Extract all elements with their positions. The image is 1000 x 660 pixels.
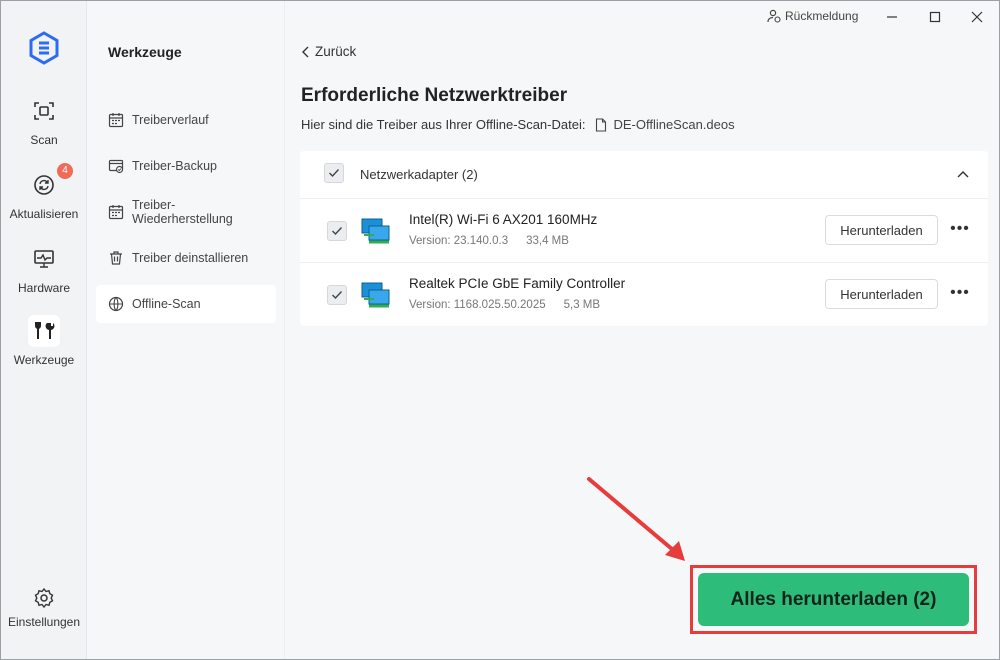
tools-panel: Werkzeuge Treiberverlauf Treiber-Backup … xyxy=(88,1,285,659)
menu-item-driver-uninstall[interactable]: Treiber deinstallieren xyxy=(96,239,276,277)
maximize-button[interactable] xyxy=(923,5,947,29)
group-select-checkbox[interactable] xyxy=(324,163,344,183)
annotation-arrow xyxy=(587,477,685,561)
update-count-badge: 4 xyxy=(57,163,73,179)
minimize-icon xyxy=(887,16,897,18)
driver-row: Intel(R) Wi-Fi 6 AX201 160MHz Version: 2… xyxy=(300,199,988,262)
menu-item-label: Treiber deinstallieren xyxy=(132,251,249,265)
chevron-up-icon xyxy=(957,171,969,178)
app-logo-icon xyxy=(29,31,59,65)
scan-file: DE-OfflineScan.deos xyxy=(595,117,735,132)
driver-group-header: Netzwerkadapter (2) xyxy=(300,151,988,199)
driver-checkbox[interactable] xyxy=(327,285,347,305)
feedback-button[interactable]: Rückmeldung xyxy=(767,9,858,23)
tools-icon xyxy=(28,315,60,347)
settings-label: Einstellungen xyxy=(7,615,81,629)
close-button[interactable] xyxy=(965,5,989,29)
download-button[interactable]: Herunterladen xyxy=(825,279,938,309)
trash-icon xyxy=(110,251,122,265)
menu-item-label: Treiber-Wiederherstellung xyxy=(132,198,233,226)
driver-version: Version: 23.140.0.3 xyxy=(409,235,509,247)
menu-item-driver-restore[interactable]: Treiber-Wiederherstellung xyxy=(96,193,276,231)
driver-name: Realtek PCIe GbE Family Controller xyxy=(409,276,626,291)
close-icon xyxy=(971,11,983,23)
download-all-button[interactable]: Alles herunterladen (2) xyxy=(698,573,969,626)
monitor-icon xyxy=(28,243,60,275)
rail-item-scan[interactable]: Scan xyxy=(1,95,87,147)
rail-item-label: Hardware xyxy=(17,281,71,295)
back-link[interactable]: Zurück xyxy=(301,44,356,59)
driver-group-card: Netzwerkadapter (2) Intel(R) Wi-Fi 6 AX2… xyxy=(300,151,988,326)
rail-item-label: Werkzeuge xyxy=(13,353,75,367)
calendar-icon xyxy=(108,113,124,128)
download-button[interactable]: Herunterladen xyxy=(825,215,938,245)
driver-meta: Version: 23.140.0.3 33,4 MB xyxy=(409,235,569,247)
globe-icon xyxy=(108,296,124,312)
menu-item-label: Treiber-Backup xyxy=(132,159,217,173)
file-icon xyxy=(596,117,607,132)
more-options-icon[interactable]: ••• xyxy=(946,219,974,239)
driver-meta: Version: 1168.025.50.2025 5,3 MB xyxy=(409,299,600,311)
driver-version: Version: 1168.025.50.2025 xyxy=(409,299,546,311)
subtitle-text: Hier sind die Treiber aus Ihrer Offline-… xyxy=(301,117,586,132)
driver-size: 33,4 MB xyxy=(526,235,569,247)
chevron-left-icon xyxy=(302,46,309,57)
checkmark-icon xyxy=(332,227,343,236)
rail-item-label: Aktualisieren xyxy=(9,207,79,221)
menu-item-label: Offline-Scan xyxy=(132,297,201,311)
backup-icon xyxy=(108,159,124,174)
menu-item-driver-backup[interactable]: Treiber-Backup xyxy=(96,147,276,185)
page-title: Erforderliche Netzwerktreiber xyxy=(301,85,568,106)
user-feedback-icon xyxy=(767,9,781,23)
collapse-button[interactable] xyxy=(954,165,972,183)
minimize-button[interactable] xyxy=(880,5,904,29)
main-nav-rail: Scan 4 Aktualisieren Hardware Werkzeuge xyxy=(1,1,87,659)
driver-checkbox[interactable] xyxy=(327,221,347,241)
gear-icon xyxy=(33,587,55,609)
page-subtitle: Hier sind die Treiber aus Ihrer Offline-… xyxy=(301,117,735,132)
back-label: Zurück xyxy=(315,44,357,59)
driver-row: Realtek PCIe GbE Family Controller Versi… xyxy=(300,262,988,325)
panel-title: Werkzeuge xyxy=(108,44,182,60)
maximize-icon xyxy=(929,11,941,23)
restore-icon xyxy=(108,205,124,220)
menu-item-label: Treiberverlauf xyxy=(132,113,209,127)
menu-item-driver-history[interactable]: Treiberverlauf xyxy=(96,101,276,139)
feedback-label: Rückmeldung xyxy=(785,9,859,23)
scan-icon xyxy=(28,95,60,127)
driver-name: Intel(R) Wi-Fi 6 AX201 160MHz xyxy=(409,212,598,227)
scan-filename: DE-OfflineScan.deos xyxy=(613,117,735,132)
network-adapter-icon xyxy=(361,218,390,244)
driver-size: 5,3 MB xyxy=(563,299,601,311)
refresh-icon xyxy=(28,169,60,201)
rail-item-label: Scan xyxy=(30,133,58,147)
menu-item-offline-scan[interactable]: Offline-Scan xyxy=(96,285,276,323)
network-adapter-icon xyxy=(361,282,390,308)
rail-item-settings[interactable]: Einstellungen xyxy=(1,587,87,629)
app-window: Scan 4 Aktualisieren Hardware Werkzeuge xyxy=(0,0,1000,660)
rail-item-tools[interactable]: Werkzeuge xyxy=(1,315,87,367)
checkmark-icon xyxy=(332,291,343,300)
more-options-icon[interactable]: ••• xyxy=(946,283,974,303)
rail-item-update[interactable]: 4 Aktualisieren xyxy=(1,163,87,221)
group-label: Netzwerkadapter (2) xyxy=(360,167,478,182)
checkmark-icon xyxy=(329,169,340,178)
rail-item-hardware[interactable]: Hardware xyxy=(1,243,87,295)
